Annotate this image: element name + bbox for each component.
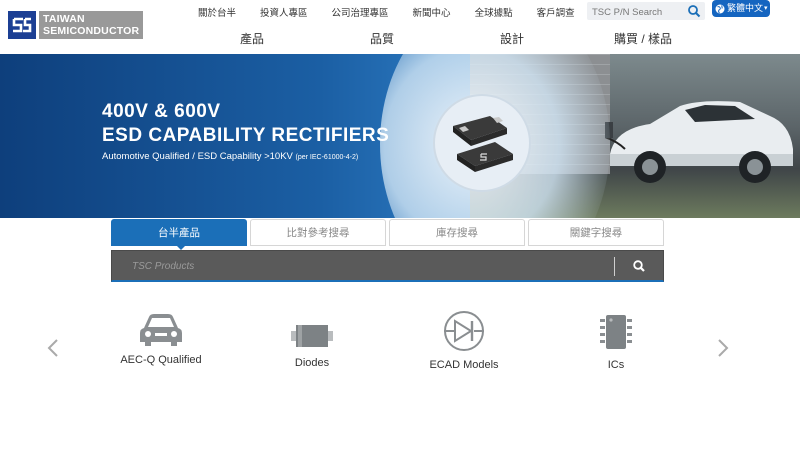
car-icon (140, 314, 182, 346)
part-number-search-input[interactable] (587, 3, 677, 22)
part-number-search (587, 2, 705, 22)
banner-subtitle-main: Automotive Qualified / ESD Capability >1… (102, 151, 296, 162)
category-carousel: AEC-Q Qualified Diodes ECAD Models ICs (0, 300, 800, 400)
banner-title: 400V & 600V ESD CAPABILITY RECTIFIERS (102, 100, 389, 148)
topnav-investors[interactable]: 投資人專區 (260, 5, 308, 19)
search-icon[interactable] (687, 4, 701, 18)
banner-subtitle-note: (per IEC-61000-4-2) (295, 154, 359, 161)
hero-banner[interactable]: 400V & 600V ESD CAPABILITY RECTIFIERS Au… (0, 54, 800, 218)
electric-car-image (605, 101, 793, 183)
product-search-input[interactable] (112, 251, 592, 281)
tab-keyword[interactable]: 關鍵字搜尋 (528, 219, 664, 246)
ic-chip-icon (600, 315, 632, 349)
category-label: Diodes (294, 357, 330, 369)
chevron-left-icon[interactable] (46, 338, 60, 358)
globe-icon (715, 4, 725, 13)
rectifier-package-image (433, 94, 531, 192)
category-label: ECAD Models (429, 359, 499, 371)
main-nav: 產品 品質 設計 購買 / 樣品 (0, 30, 800, 46)
chevron-right-icon[interactable] (716, 338, 730, 358)
topnav-locations[interactable]: 全球據點 (475, 5, 513, 19)
mainnav-quality[interactable]: 品質 (370, 30, 394, 47)
search-divider (614, 257, 615, 276)
category-label: AEC-Q Qualified (120, 354, 202, 366)
top-nav: 關於台半 投資人專區 公司治理專區 新聞中心 全球據點 客戶調查 (198, 5, 599, 19)
tab-tsc-products[interactable]: 台半產品 (111, 219, 247, 250)
logo-line1: TAIWAN (43, 13, 85, 25)
diode-symbol-icon (444, 311, 484, 351)
banner-subtitle: Automotive Qualified / ESD Capability >1… (102, 151, 358, 162)
banner-title-line2: ESD CAPABILITY RECTIFIERS (102, 125, 390, 146)
tab-inventory[interactable]: 庫存搜尋 (389, 219, 525, 246)
caret-down-icon: ▾ (764, 5, 768, 12)
category-ics[interactable]: ICs (551, 311, 681, 371)
topnav-news[interactable]: 新聞中心 (413, 5, 451, 19)
language-label: 繁體中文 (727, 3, 764, 13)
topnav-governance[interactable]: 公司治理專區 (332, 5, 389, 19)
product-search-icon[interactable] (632, 259, 646, 273)
language-selector[interactable]: 繁體中文 ▾ (712, 0, 770, 17)
category-label: ICs (607, 359, 625, 371)
category-ecad-models[interactable]: ECAD Models (399, 309, 529, 371)
product-search-bar (111, 250, 664, 282)
topnav-survey[interactable]: 客戶調查 (537, 5, 575, 19)
mainnav-design[interactable]: 設計 (500, 30, 524, 47)
category-diodes[interactable]: Diodes (247, 319, 377, 369)
site-header: TAIWAN SEMICONDUCTOR 關於台半 投資人專區 公司治理專區 新… (0, 0, 800, 54)
topnav-about[interactable]: 關於台半 (198, 5, 236, 19)
mainnav-buy-sample[interactable]: 購買 / 樣品 (614, 30, 672, 47)
search-tabs: 台半產品 比對參考搜尋 庫存搜尋 關鍵字搜尋 (111, 219, 664, 250)
tab-cross-reference[interactable]: 比對參考搜尋 (250, 219, 386, 246)
category-aec-q[interactable]: AEC-Q Qualified (96, 310, 226, 366)
banner-title-line1: 400V & 600V (102, 101, 221, 122)
diode-package-icon (291, 325, 333, 347)
mainnav-products[interactable]: 產品 (240, 30, 264, 47)
